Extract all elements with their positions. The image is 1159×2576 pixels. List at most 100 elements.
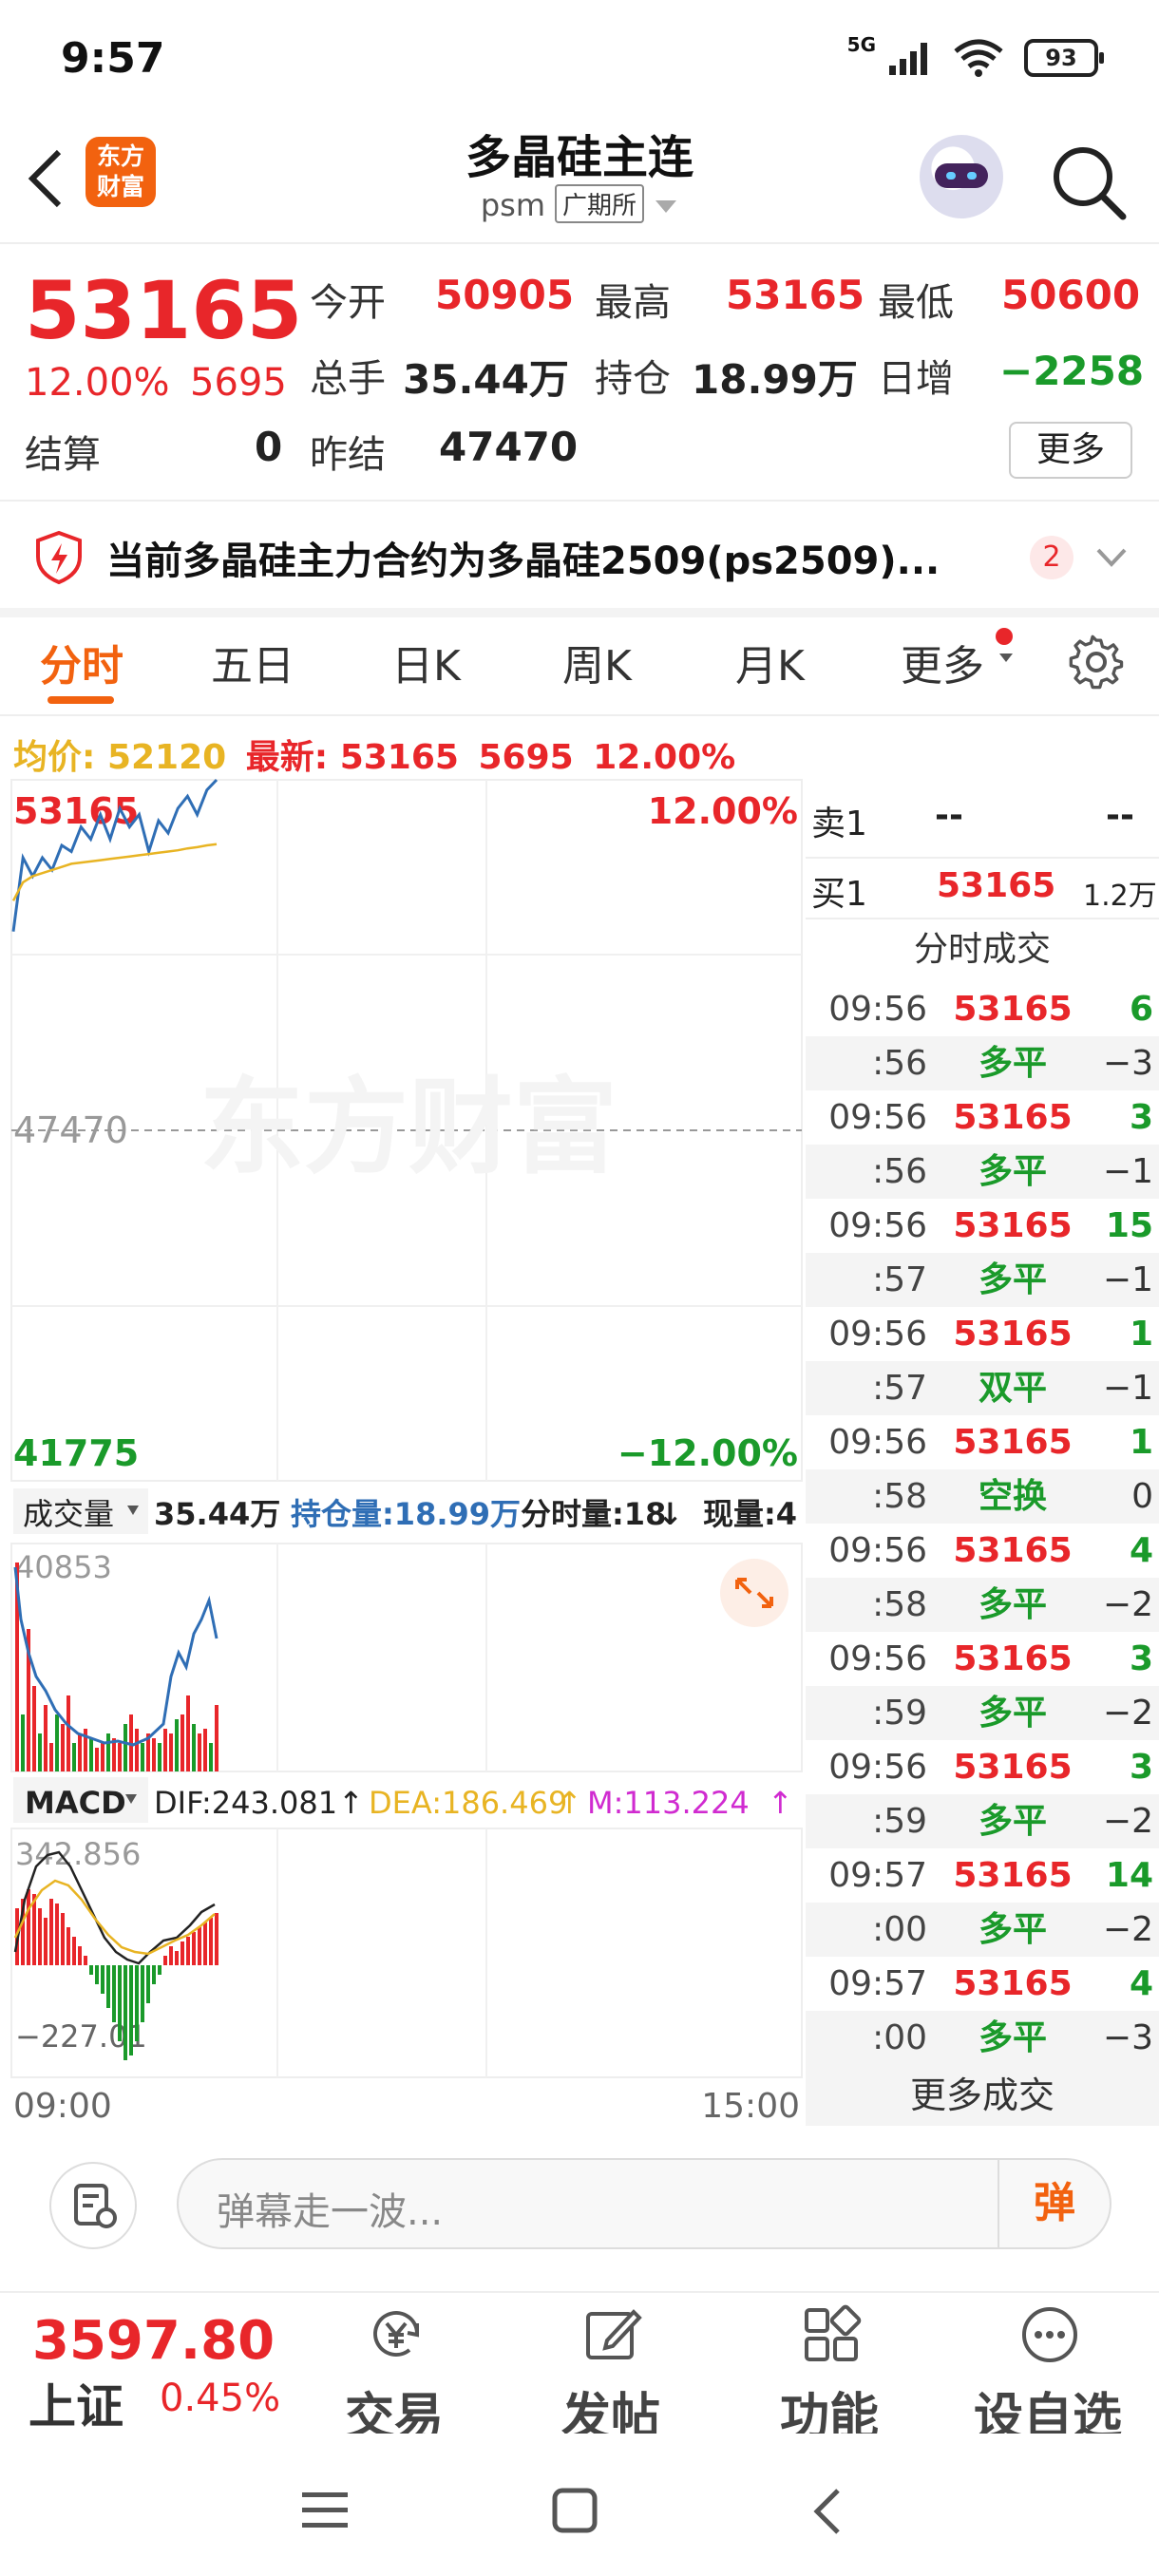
low-value: 50600: [1001, 272, 1141, 318]
volume-bar: [55, 1714, 59, 1771]
svg-text:↓: ↓: [657, 1496, 683, 1532]
robot-assistant-icon[interactable]: [920, 135, 1003, 218]
expand-button[interactable]: [720, 1559, 788, 1627]
trade-volume: 1: [1129, 1315, 1153, 1354]
avg-latest-line: 均价: 52120 最新: 53165 5695 12.00%: [13, 729, 735, 779]
macd-bar: [27, 1889, 30, 1965]
comment-bar: 弹幕走一波... 弹: [0, 2128, 1159, 2289]
daily-inc-label: 日增: [878, 357, 954, 401]
wifi-icon: [954, 39, 1003, 77]
macd-dea: DEA:186.469: [369, 1785, 567, 1821]
trade-volume: 3: [1129, 1098, 1153, 1137]
trade-price: 53165: [953, 1423, 1073, 1462]
trade-row: 09:56 53165 3: [806, 1740, 1159, 1794]
trade-price: 53165: [953, 1964, 1073, 2003]
more-trades-button[interactable]: 更多成交: [806, 2065, 1159, 2126]
trade-time: :57: [806, 1253, 937, 1307]
macd-bar: [186, 1937, 190, 1965]
volume-bar: [124, 1724, 127, 1771]
note-settings-icon: [74, 2184, 117, 2228]
volume-bar: [152, 1738, 156, 1771]
macd-max-label: 342.856: [15, 1836, 141, 1872]
caret-down-icon: [999, 653, 1013, 662]
trade-type: 多平: [937, 1253, 1089, 1307]
trade-button[interactable]: 交易: [314, 2304, 475, 2446]
macd-bar: [192, 1932, 196, 1965]
trade-type: 空换: [937, 1469, 1089, 1524]
home-square-icon[interactable]: [551, 2487, 598, 2534]
latest-label: 最新:: [245, 738, 329, 777]
volume-bar: [158, 1743, 162, 1771]
tab-monthly-k[interactable]: 月K: [735, 632, 805, 692]
bid-price: 53165: [937, 866, 1056, 905]
trade-volume: −3: [1089, 1036, 1159, 1090]
trade-type: 多平: [937, 1686, 1089, 1740]
post-button[interactable]: 发帖: [530, 2304, 692, 2446]
macd-bar: [141, 1965, 144, 2022]
battery-indicator: 93: [1024, 39, 1104, 77]
tab-five-day[interactable]: 五日: [211, 632, 294, 692]
header: 东方 财富 多晶硅主连 psm 广期所: [0, 114, 1159, 242]
trade-price: 53165: [953, 990, 1073, 1029]
index-name: 上证: [28, 2379, 124, 2434]
trade-price: 53165: [953, 1531, 1073, 1570]
trade-row: :56 多平 −3: [806, 1036, 1159, 1090]
nav-back-icon[interactable]: [808, 2485, 846, 2538]
more-quote-button[interactable]: 更多: [1009, 422, 1132, 479]
trade-row: 09:56 53165 1: [806, 1415, 1159, 1469]
trade-row: 09:56 53165 6: [806, 982, 1159, 1036]
macd-bar: [163, 1956, 167, 1965]
volume-bar: [78, 1733, 82, 1771]
tab-daily-k[interactable]: 日K: [391, 632, 461, 692]
volume-bar: [192, 1724, 196, 1771]
latest-value: 53165: [339, 738, 459, 777]
menu-icon[interactable]: [300, 2489, 350, 2530]
volume-bar: [175, 1719, 179, 1771]
avg-value: 52120: [106, 738, 227, 777]
volume-bar: [180, 1714, 184, 1771]
volume-selector[interactable]: 成交量: [23, 1496, 114, 1532]
volume-bar: [163, 1729, 167, 1771]
add-watchlist-button[interactable]: 设自选: [967, 2304, 1129, 2446]
latest-pct: 12.00%: [593, 738, 736, 777]
trade-row: :58 空换 0: [806, 1469, 1159, 1524]
macd-bar: [101, 1965, 104, 1994]
volume-value: 35.44万: [403, 356, 569, 403]
trade-volume: 15: [1105, 1206, 1153, 1245]
signal-icon: [889, 43, 927, 75]
gear-icon[interactable]: [1068, 634, 1125, 691]
position-label: 持仓: [595, 357, 671, 401]
functions-button[interactable]: 功能: [749, 2304, 910, 2446]
macd-bar: [55, 1904, 59, 1965]
volume-bar: [101, 1743, 104, 1771]
shield-alert-icon: [36, 530, 82, 585]
trade-row: 09:57 53165 14: [806, 1848, 1159, 1903]
volume-bar: [32, 1686, 36, 1771]
trade-volume: −2: [1089, 1578, 1159, 1632]
note-button[interactable]: [49, 2162, 137, 2249]
tab-weekly-k[interactable]: 周K: [562, 632, 632, 692]
notice-bar[interactable]: 当前多晶硅主力合约为多晶硅2509(ps2509)... 2: [0, 503, 1159, 608]
bid-label: 买1: [811, 875, 867, 914]
active-tab-indicator: [48, 696, 114, 704]
trade-volume: 3: [1129, 1639, 1153, 1678]
search-button[interactable]: [1049, 142, 1129, 222]
trade-time: :56: [806, 1036, 937, 1090]
trade-price: 53165: [953, 1748, 1073, 1787]
open-interest-label: 持仓量:18.99万: [291, 1496, 521, 1532]
trade-type: 多平: [937, 2011, 1089, 2065]
trade-time: 09:56: [828, 990, 927, 1029]
macd-bar: [78, 1946, 82, 1965]
danmu-toggle-button[interactable]: 弹: [998, 2160, 1110, 2247]
contract-code: psm: [480, 187, 545, 223]
high-value: 53165: [726, 272, 865, 318]
macd-selector[interactable]: MACD: [25, 1785, 126, 1821]
danmu-input[interactable]: 弹幕走一波... 弹: [177, 2158, 1112, 2249]
volume-bar: [169, 1733, 173, 1771]
tab-more[interactable]: 更多: [901, 628, 1015, 692]
intraday-chart[interactable]: 东方财富 53165 12.00% 47470 41775 −12.00% 成交…: [0, 774, 806, 2128]
tab-intraday[interactable]: 分时: [40, 632, 124, 692]
chevron-down-icon[interactable]: [1094, 545, 1129, 570]
macd-bar: [158, 1965, 162, 1975]
bid-row: 买1 53165 1.2万: [806, 857, 1159, 918]
